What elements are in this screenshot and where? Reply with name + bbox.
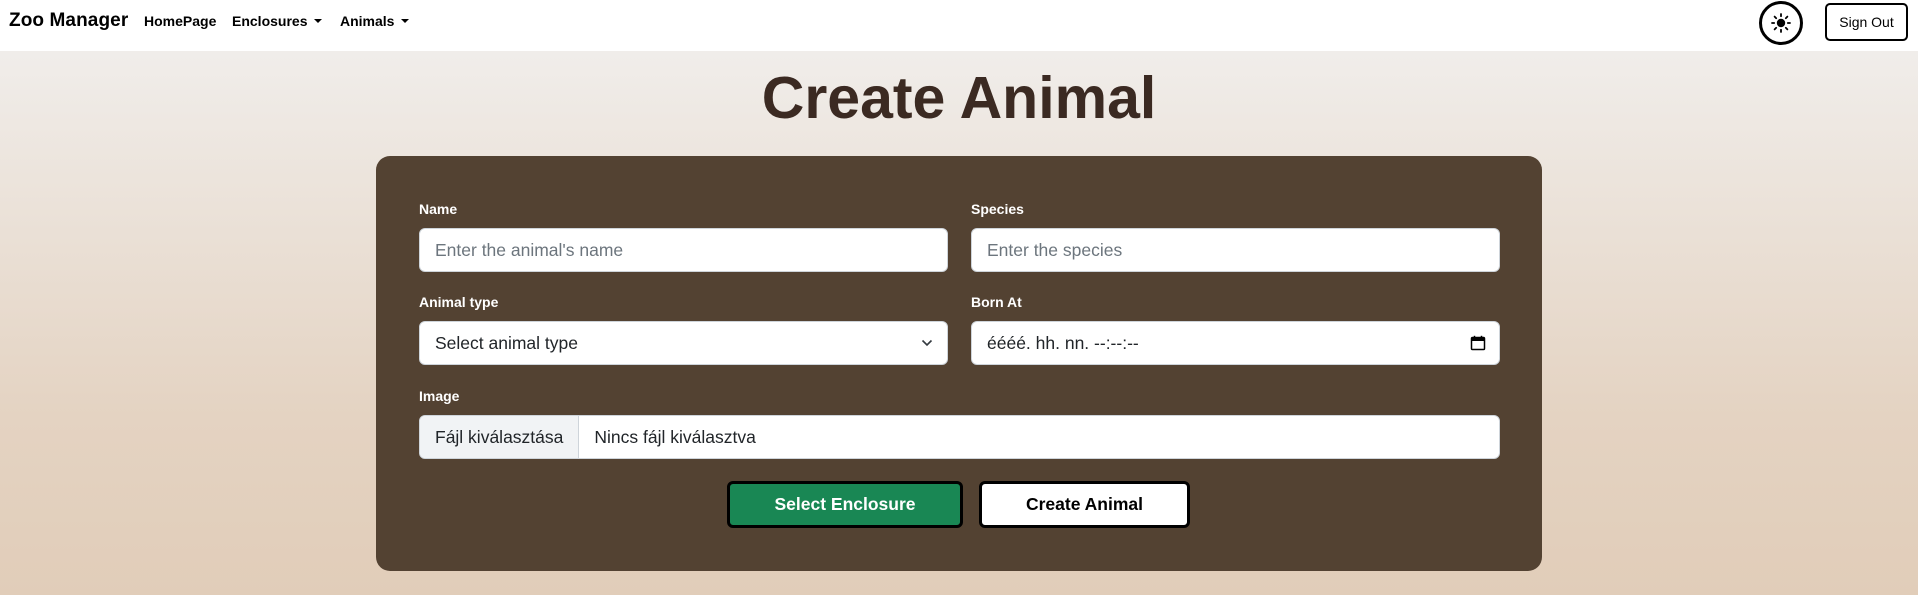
born-at-label: Born At: [971, 294, 1022, 310]
name-input[interactable]: Enter the animal's name: [419, 228, 948, 272]
nav-animals-dropdown[interactable]: Animals: [340, 13, 410, 29]
top-navbar: Zoo Manager HomePage Enclosures Animals …: [0, 0, 1918, 51]
caret-down-icon: [401, 19, 410, 23]
nav-homepage-link[interactable]: HomePage: [144, 13, 216, 29]
sun-icon: [1771, 13, 1791, 33]
file-status-text: Nincs fájl kiválasztva: [594, 426, 756, 447]
nav-enclosures-label: Enclosures: [232, 13, 308, 29]
species-label: Species: [971, 201, 1024, 217]
animal-type-select[interactable]: Select animal type: [419, 321, 948, 365]
born-at-value: éééé. hh. nn. --:--:--: [987, 332, 1139, 353]
species-input-placeholder: Enter the species: [987, 239, 1123, 260]
image-file-input[interactable]: Fájl kiválasztása Nincs fájl kiválasztva: [419, 415, 1500, 459]
brand-logo-text[interactable]: Zoo Manager: [9, 10, 128, 32]
image-label: Image: [419, 388, 460, 404]
name-label: Name: [419, 201, 458, 217]
page-title: Create Animal: [761, 65, 1157, 131]
species-input[interactable]: Enter the species: [971, 228, 1500, 272]
theme-toggle-button[interactable]: [1759, 1, 1803, 45]
nav-animals-label: Animals: [340, 13, 395, 29]
choose-file-button[interactable]: Fájl kiválasztása: [420, 416, 580, 458]
caret-down-icon: [314, 19, 323, 23]
animal-type-selected: Select animal type: [435, 332, 578, 353]
chevron-down-icon: [921, 339, 933, 347]
born-at-datetime-input[interactable]: éééé. hh. nn. --:--:--: [971, 321, 1500, 365]
select-enclosure-button[interactable]: Select Enclosure: [727, 481, 963, 528]
nav-homepage-label: HomePage: [144, 13, 217, 29]
create-animal-form-card: Name Enter the animal's name Species Ent…: [376, 156, 1542, 571]
create-animal-button[interactable]: Create Animal: [979, 481, 1190, 528]
animal-type-label: Animal type: [419, 294, 499, 310]
name-input-placeholder: Enter the animal's name: [435, 239, 624, 260]
sign-out-button[interactable]: Sign Out: [1825, 3, 1908, 41]
nav-enclosures-dropdown[interactable]: Enclosures: [232, 13, 323, 29]
calendar-icon[interactable]: [1470, 335, 1486, 351]
